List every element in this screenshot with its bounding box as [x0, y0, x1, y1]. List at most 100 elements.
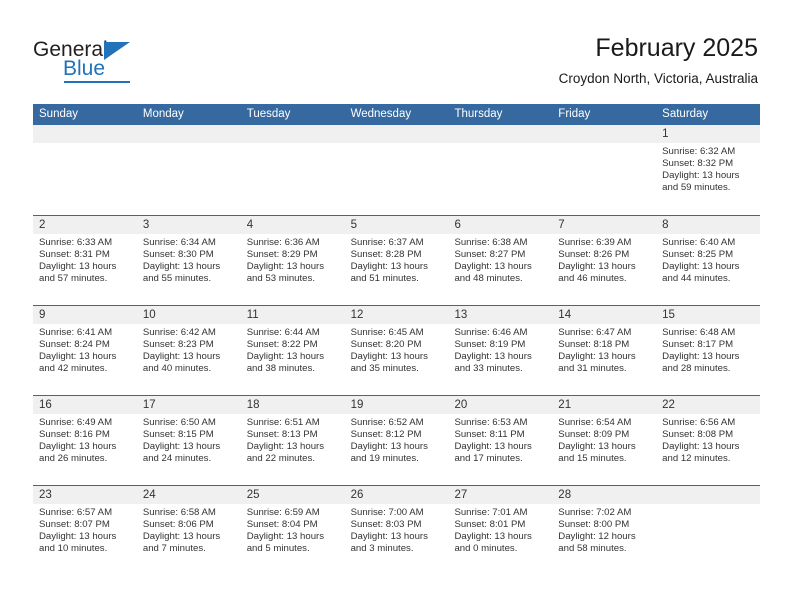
- day-number: 23: [33, 486, 137, 504]
- page-title: February 2025: [595, 34, 758, 62]
- day-number: [33, 125, 137, 143]
- daylight-line-2: and 33 minutes.: [454, 362, 523, 374]
- daylight-line-2: and 53 minutes.: [246, 272, 315, 284]
- daylight-line-1: Daylight: 13 hours: [454, 440, 532, 452]
- calendar-day-cell-empty: [656, 486, 761, 575]
- day-number: 22: [656, 396, 761, 414]
- calendar-day-cell[interactable]: 15 Sunrise: 6:48 AM Sunset: 8:17 PM Dayligh…: [656, 306, 761, 395]
- general-blue-logo[interactable]: General Blue: [33, 38, 153, 84]
- sunset-time: Sunset: 8:06 PM: [142, 518, 214, 530]
- calendar-weeks: 1 Sunrise: 6:32 AM Sunset: 8:32 PM Daylight…: [33, 125, 761, 575]
- daylight-line-2: and 57 minutes.: [39, 272, 108, 284]
- day-number: 21: [552, 396, 657, 414]
- calendar-day-cell-empty: [240, 125, 345, 215]
- daylight-line-1: Daylight: 13 hours: [142, 350, 221, 362]
- weekday-header-saturday: Saturday: [662, 108, 709, 120]
- daylight-line-1: Daylight: 13 hours: [39, 530, 117, 542]
- day-details: Sunrise: 6:46 AM Sunset: 8:19 PM Daylight:…: [448, 324, 552, 375]
- calendar-day-cell[interactable]: 17 Sunrise: 6:50 AM Sunset: 8:15 PM Dayligh…: [136, 396, 241, 485]
- sunrise-time: Sunrise: 7:00 AM: [350, 507, 424, 518]
- day-number: 27: [448, 486, 553, 504]
- page-header: General Blue February 2025 Croydon North…: [0, 0, 792, 104]
- sunrise-time: Sunrise: 6:48 AM: [662, 327, 736, 338]
- daylight-line-1: Daylight: 13 hours: [662, 169, 740, 181]
- logo-underline: [64, 81, 130, 83]
- daylight-line-1: Daylight: 12 hours: [558, 530, 636, 542]
- calendar-day-cell[interactable]: 4 Sunrise: 6:36 AM Sunset: 8:29 PM Daylight…: [240, 216, 345, 305]
- calendar-day-cell[interactable]: 6 Sunrise: 6:38 AM Sunset: 8:27 PM Daylight…: [448, 216, 553, 305]
- sunset-time: Sunset: 8:07 PM: [39, 518, 110, 530]
- day-number: 12: [344, 306, 449, 324]
- daylight-line-1: Daylight: 13 hours: [558, 440, 636, 452]
- day-details: Sunrise: 6:33 AM Sunset: 8:31 PM Daylight:…: [33, 234, 137, 285]
- sunset-time: Sunset: 8:01 PM: [454, 518, 526, 530]
- daylight-line-2: and 38 minutes.: [246, 362, 315, 374]
- sunset-time: Sunset: 8:12 PM: [350, 428, 422, 440]
- sunrise-time: Sunrise: 6:37 AM: [350, 237, 424, 248]
- day-details: Sunrise: 6:40 AM Sunset: 8:25 PM Daylight:…: [656, 234, 760, 285]
- calendar-day-cell[interactable]: 26 Sunrise: 7:00 AM Sunset: 8:03 PM Dayligh…: [344, 486, 449, 575]
- calendar-day-cell[interactable]: 27 Sunrise: 7:01 AM Sunset: 8:01 PM Dayligh…: [448, 486, 553, 575]
- daylight-line-1: Daylight: 13 hours: [246, 260, 325, 272]
- calendar-day-cell[interactable]: 7 Sunrise: 6:39 AM Sunset: 8:26 PM Daylight…: [552, 216, 657, 305]
- day-details: Sunrise: 6:36 AM Sunset: 8:29 PM Daylight:…: [241, 234, 345, 285]
- day-details: Sunrise: 6:45 AM Sunset: 8:20 PM Daylight:…: [345, 324, 449, 375]
- day-details: Sunrise: 6:39 AM Sunset: 8:26 PM Daylight:…: [552, 234, 656, 285]
- calendar-day-cell[interactable]: 12 Sunrise: 6:45 AM Sunset: 8:20 PM Dayligh…: [344, 306, 449, 395]
- calendar-day-cell[interactable]: 19 Sunrise: 6:52 AM Sunset: 8:12 PM Dayligh…: [344, 396, 449, 485]
- daylight-line-2: and 17 minutes.: [454, 452, 523, 464]
- daylight-line-2: and 19 minutes.: [350, 452, 419, 464]
- calendar-day-cell[interactable]: 9 Sunrise: 6:41 AM Sunset: 8:24 PM Daylight…: [33, 306, 137, 395]
- calendar-day-cell-empty: [136, 125, 241, 215]
- calendar-day-cell[interactable]: 16 Sunrise: 6:49 AM Sunset: 8:16 PM Dayligh…: [33, 396, 137, 485]
- calendar-day-cell[interactable]: 18 Sunrise: 6:51 AM Sunset: 8:13 PM Dayligh…: [240, 396, 345, 485]
- day-number: [240, 125, 345, 143]
- day-number: 2: [33, 216, 137, 234]
- sunset-time: Sunset: 8:17 PM: [662, 338, 734, 350]
- daylight-line-1: Daylight: 13 hours: [662, 260, 740, 272]
- day-details: Sunrise: 6:59 AM Sunset: 8:04 PM Daylight:…: [241, 504, 345, 555]
- day-details: Sunrise: 6:53 AM Sunset: 8:11 PM Daylight:…: [448, 414, 552, 465]
- calendar-day-cell[interactable]: 28 Sunrise: 7:02 AM Sunset: 8:00 PM Dayligh…: [552, 486, 657, 575]
- calendar-day-cell[interactable]: 21 Sunrise: 6:54 AM Sunset: 8:09 PM Dayligh…: [552, 396, 657, 485]
- calendar-week-row: 23 Sunrise: 6:57 AM Sunset: 8:07 PM Dayligh…: [33, 485, 761, 575]
- calendar-day-cell[interactable]: 22 Sunrise: 6:56 AM Sunset: 8:08 PM Dayligh…: [656, 396, 761, 485]
- calendar-day-cell[interactable]: 8 Sunrise: 6:40 AM Sunset: 8:25 PM Daylight…: [656, 216, 761, 305]
- day-number: 8: [656, 216, 761, 234]
- day-number: 19: [344, 396, 449, 414]
- day-number: [344, 125, 449, 143]
- location-subtitle: Croydon North, Victoria, Australia: [558, 71, 758, 86]
- calendar-day-cell[interactable]: 23 Sunrise: 6:57 AM Sunset: 8:07 PM Dayligh…: [33, 486, 137, 575]
- day-number: 5: [344, 216, 449, 234]
- weekday-header-sunday: Sunday: [39, 108, 79, 120]
- calendar-week-row: 9 Sunrise: 6:41 AM Sunset: 8:24 PM Daylight…: [33, 305, 761, 395]
- calendar-day-cell[interactable]: 1 Sunrise: 6:32 AM Sunset: 8:32 PM Daylight…: [656, 125, 761, 215]
- sunrise-time: Sunrise: 6:40 AM: [662, 237, 736, 248]
- calendar-day-cell[interactable]: 24 Sunrise: 6:58 AM Sunset: 8:06 PM Dayligh…: [136, 486, 241, 575]
- daylight-line-1: Daylight: 13 hours: [662, 440, 740, 452]
- day-number: 7: [552, 216, 657, 234]
- day-number: 17: [136, 396, 241, 414]
- calendar-day-cell[interactable]: 14 Sunrise: 6:47 AM Sunset: 8:18 PM Dayligh…: [552, 306, 657, 395]
- calendar-day-cell-empty: [33, 125, 137, 215]
- calendar-day-cell[interactable]: 20 Sunrise: 6:53 AM Sunset: 8:11 PM Dayligh…: [448, 396, 553, 485]
- sunset-time: Sunset: 8:31 PM: [39, 248, 110, 260]
- day-number: 4: [240, 216, 345, 234]
- day-details: Sunrise: 7:00 AM Sunset: 8:03 PM Daylight:…: [345, 504, 449, 555]
- sunset-time: Sunset: 8:08 PM: [662, 428, 734, 440]
- calendar-day-cell[interactable]: 3 Sunrise: 6:34 AM Sunset: 8:30 PM Daylight…: [136, 216, 241, 305]
- daylight-line-2: and 35 minutes.: [350, 362, 419, 374]
- daylight-line-2: and 58 minutes.: [558, 542, 627, 554]
- day-number: 25: [240, 486, 345, 504]
- calendar-day-cell[interactable]: 10 Sunrise: 6:42 AM Sunset: 8:23 PM Dayligh…: [136, 306, 241, 395]
- calendar-day-cell[interactable]: 25 Sunrise: 6:59 AM Sunset: 8:04 PM Dayligh…: [240, 486, 345, 575]
- calendar-day-cell[interactable]: 13 Sunrise: 6:46 AM Sunset: 8:19 PM Dayligh…: [448, 306, 553, 395]
- calendar-day-cell[interactable]: 11 Sunrise: 6:44 AM Sunset: 8:22 PM Dayligh…: [240, 306, 345, 395]
- day-details: Sunrise: 6:41 AM Sunset: 8:24 PM Daylight:…: [33, 324, 137, 375]
- day-details: Sunrise: 7:01 AM Sunset: 8:01 PM Daylight:…: [448, 504, 552, 555]
- day-details: Sunrise: 6:42 AM Sunset: 8:23 PM Daylight:…: [137, 324, 241, 375]
- day-number: 20: [448, 396, 553, 414]
- calendar-day-cell[interactable]: 5 Sunrise: 6:37 AM Sunset: 8:28 PM Daylight…: [344, 216, 449, 305]
- sunset-time: Sunset: 8:11 PM: [454, 428, 525, 440]
- calendar-day-cell[interactable]: 2 Sunrise: 6:33 AM Sunset: 8:31 PM Daylight…: [33, 216, 137, 305]
